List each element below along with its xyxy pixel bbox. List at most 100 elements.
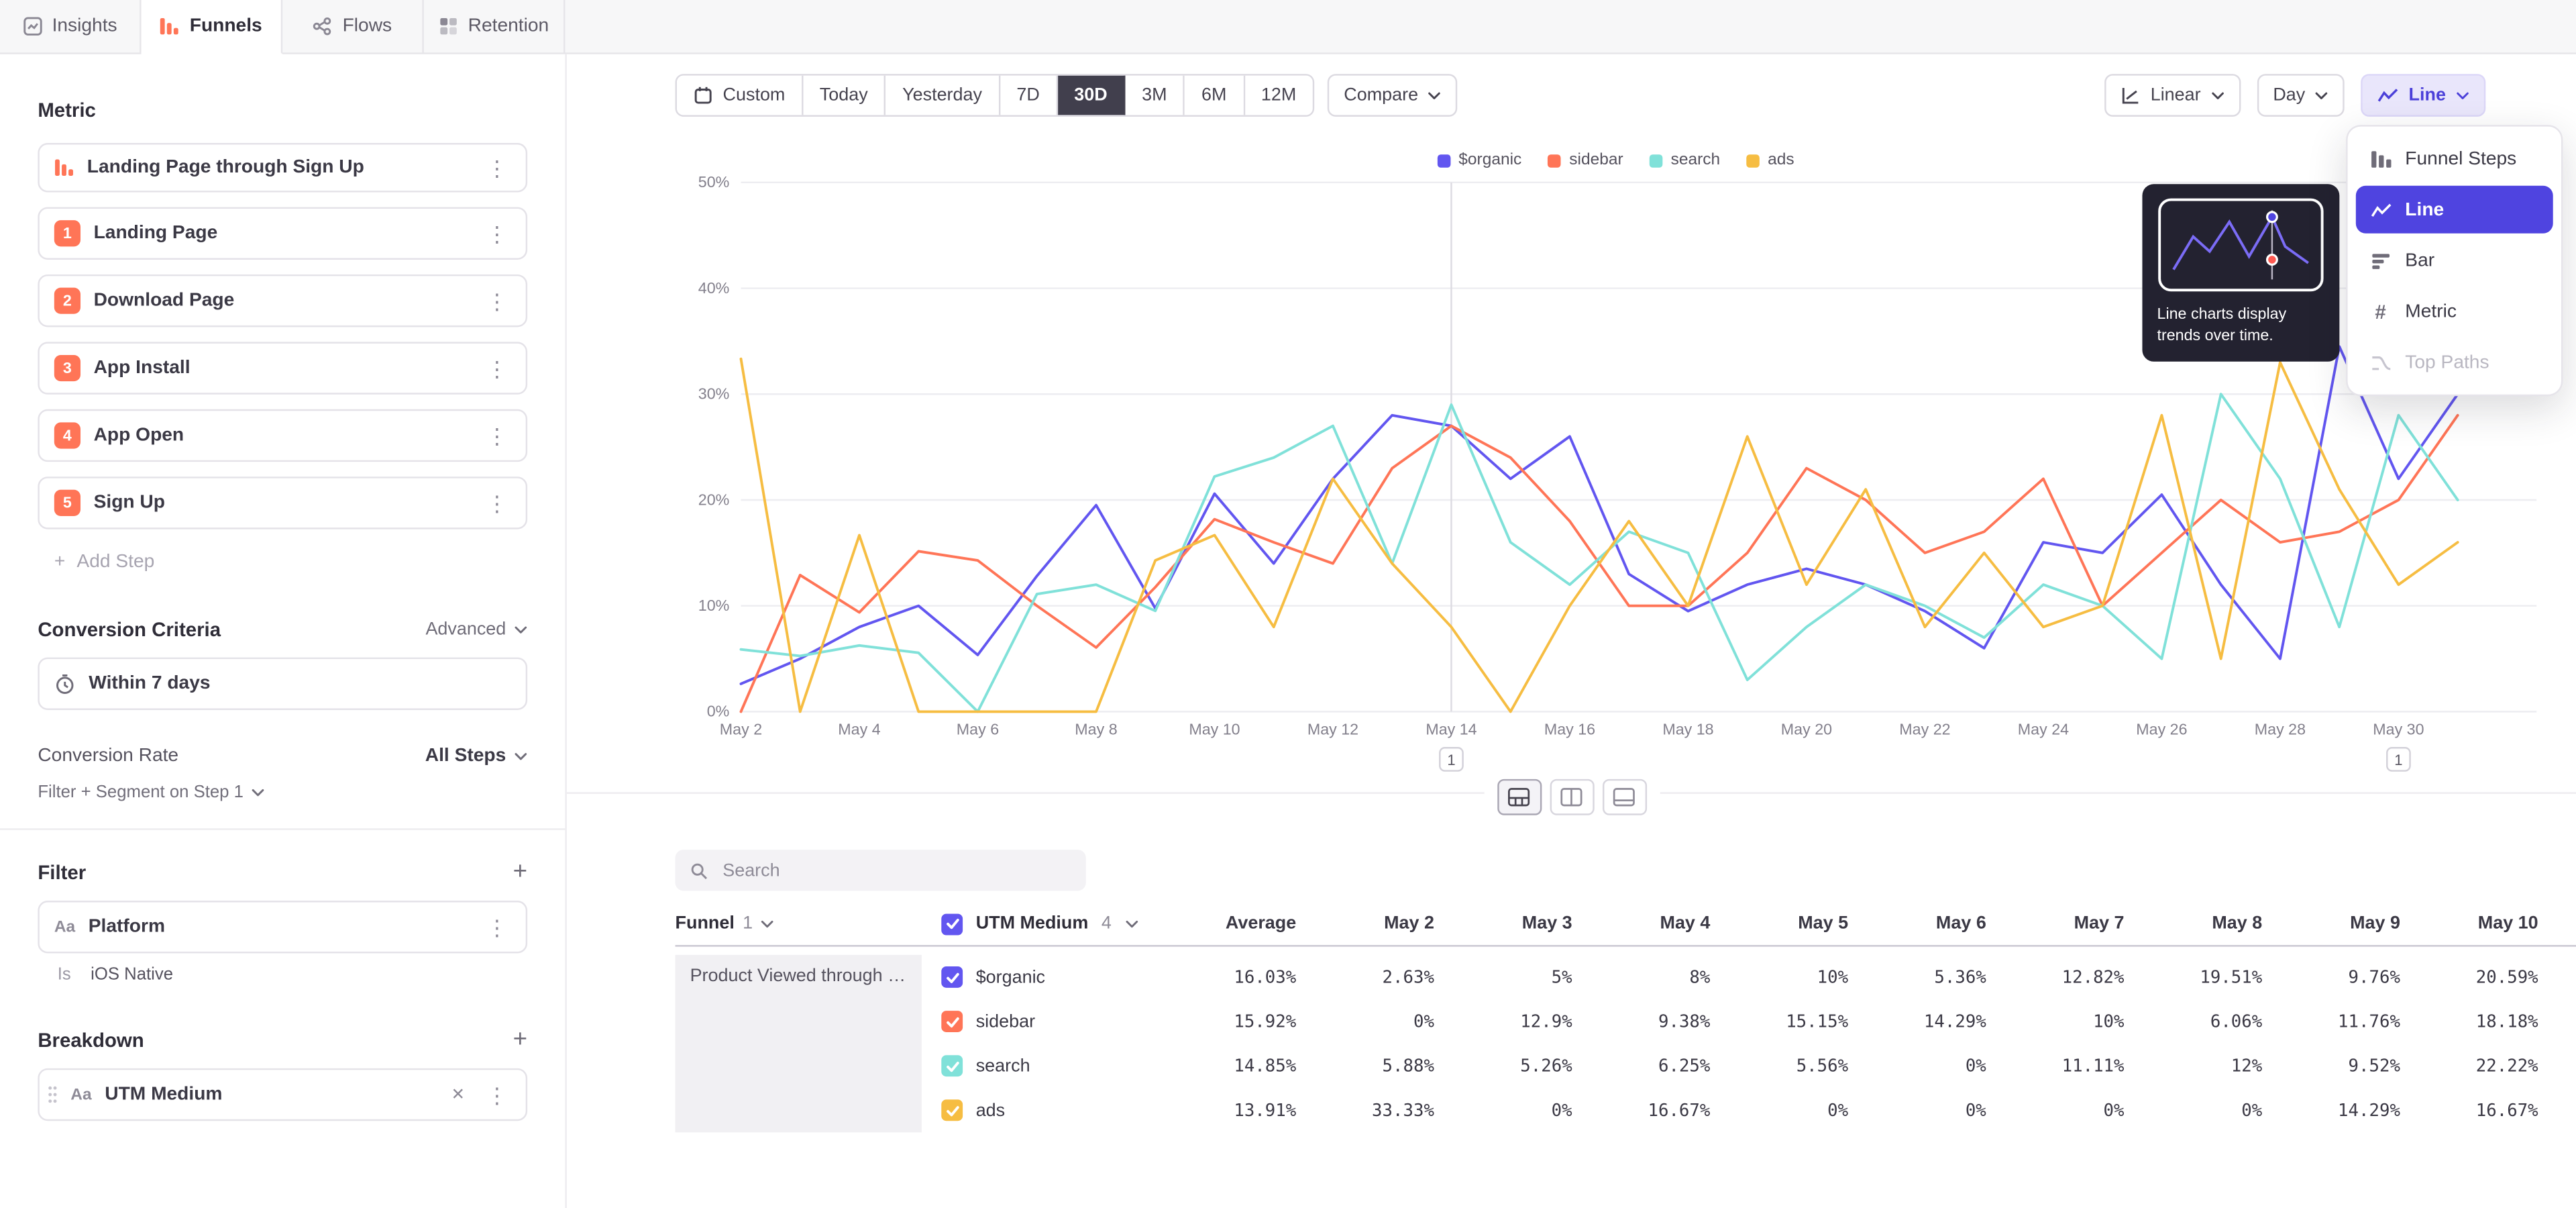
menu-item-funnel-steps[interactable]: Funnel Steps (2356, 135, 2553, 183)
table-row[interactable]: search 14.85%5.88%5.26%6.25%5.56%0%11.11… (922, 1044, 2576, 1088)
table-cell: 6.25% (1576, 1056, 1714, 1075)
funnel-title-card[interactable]: Landing Page through Sign Up ⋮ (38, 143, 527, 192)
column-header[interactable]: May 10 (2404, 914, 2542, 934)
kebab-menu-icon[interactable]: ⋮ (483, 425, 511, 446)
range-30d-button[interactable]: 30D (1058, 76, 1126, 115)
column-header[interactable]: May 5 (1713, 914, 1851, 934)
svg-text:1: 1 (2394, 752, 2402, 768)
kebab-menu-icon[interactable]: ⋮ (483, 157, 511, 179)
filter-item-platform[interactable]: Aa Platform ⋮ (38, 901, 527, 953)
range-7d-button[interactable]: 7D (1000, 76, 1058, 115)
breakdown-column-header[interactable]: UTM Medium 4 (922, 913, 1201, 934)
funnel-column-header[interactable]: Funnel 1 (676, 914, 922, 934)
table-row[interactable]: ads 13.91%33.33%0%16.67%0%0%0%0%14.29%16… (922, 1088, 2576, 1132)
range-3m-button[interactable]: 3M (1126, 76, 1185, 115)
funnel-step-5[interactable]: 5 Sign Up ⋮ (38, 476, 527, 529)
search-icon (690, 860, 708, 880)
filter-condition[interactable]: Is iOS Native (38, 965, 527, 985)
step-label: Sign Up (94, 493, 165, 513)
table-cell: 33.33% (1299, 1101, 1438, 1120)
menu-item-line[interactable]: Line (2356, 186, 2553, 234)
add-step-button[interactable]: + Add Step (38, 539, 527, 585)
range-today-button[interactable]: Today (803, 76, 885, 115)
annotation-badge[interactable]: 1 (2387, 748, 2410, 770)
legend-item[interactable]: search (1650, 151, 1720, 169)
tab-funnels[interactable]: Funnels (142, 0, 283, 54)
insights-icon (22, 16, 42, 36)
layout-bottom-icon (1613, 787, 1635, 807)
table-row[interactable]: $organic 16.03%2.63%5%8%10%5.36%12.82%19… (922, 955, 2576, 999)
series-checkbox[interactable] (941, 1011, 963, 1032)
column-header[interactable]: May 8 (2127, 914, 2265, 934)
funnel-header-label: Funnel (676, 914, 735, 934)
granularity-dropdown[interactable]: Day (2257, 74, 2345, 117)
funnel-step-group-cell[interactable]: Product Viewed through P... (676, 955, 922, 1132)
kebab-menu-icon[interactable]: ⋮ (483, 916, 511, 938)
search-input[interactable] (719, 859, 1071, 882)
filter-operator: Is (58, 965, 71, 985)
granularity-label: Day (2273, 85, 2305, 105)
range-custom-button[interactable]: Custom (677, 76, 803, 115)
column-header[interactable]: May 2 (1299, 914, 1438, 934)
layout-bottom-button[interactable] (1602, 779, 1646, 815)
scale-dropdown[interactable]: Linear (2104, 74, 2240, 117)
range-label: Today (820, 85, 868, 105)
close-icon[interactable]: ✕ (446, 1086, 470, 1104)
kebab-menu-icon[interactable]: ⋮ (483, 290, 511, 311)
chevron-down-icon (2210, 91, 2224, 99)
range-yesterday-button[interactable]: Yesterday (886, 76, 1000, 115)
all-steps-dropdown[interactable]: All Steps (425, 746, 527, 766)
table-cell: 19.51% (2127, 967, 2265, 987)
chevron-down-icon (252, 788, 265, 796)
chart-type-dropdown[interactable]: Line (2361, 74, 2485, 117)
legend-item[interactable]: $organic (1437, 151, 1521, 169)
compare-dropdown[interactable]: Compare (1328, 74, 1458, 117)
series-checkbox[interactable] (941, 966, 963, 988)
funnel-step-3[interactable]: 3 App Install ⋮ (38, 342, 527, 394)
layout-chart-and-table-button[interactable] (1497, 779, 1541, 815)
funnel-step-2[interactable]: 2 Download Page ⋮ (38, 274, 527, 327)
menu-item-metric[interactable]: # Metric (2356, 288, 2553, 336)
conversion-criteria-heading: Conversion Criteria (38, 618, 221, 641)
range-12m-button[interactable]: 12M (1244, 76, 1312, 115)
menu-item-label: Top Paths (2405, 352, 2489, 372)
select-all-checkbox[interactable] (941, 913, 963, 934)
tab-insights[interactable]: Insights (0, 0, 142, 54)
layout-columns-button[interactable] (1549, 779, 1593, 815)
funnel-step-4[interactable]: 4 App Open ⋮ (38, 409, 527, 462)
add-breakdown-button[interactable]: + (513, 1027, 527, 1052)
column-header[interactable]: May 9 (2265, 914, 2404, 934)
table-body: Product Viewed through P... $organic 16.… (676, 955, 2576, 1132)
table-row[interactable]: sidebar 15.92%0%12.9%9.38%15.15%14.29%10… (922, 999, 2576, 1044)
table-cell: 14.29% (2265, 1101, 2404, 1120)
kebab-menu-icon[interactable]: ⋮ (483, 492, 511, 513)
table-cell: 13.91% (1201, 1101, 1299, 1120)
funnel-step-1[interactable]: 1 Landing Page ⋮ (38, 207, 527, 260)
advanced-dropdown[interactable]: Advanced (425, 619, 527, 639)
column-header[interactable]: Average (1201, 914, 1299, 934)
range-6m-button[interactable]: 6M (1185, 76, 1245, 115)
tab-flows[interactable]: Flows (282, 0, 424, 54)
table-cell: 2.63% (1299, 967, 1438, 987)
menu-item-bar[interactable]: Bar (2356, 237, 2553, 285)
chevron-down-icon (2456, 91, 2469, 99)
drag-handle-icon[interactable] (48, 1085, 58, 1104)
series-checkbox[interactable] (941, 1099, 963, 1121)
column-header[interactable]: May 4 (1576, 914, 1714, 934)
add-filter-button[interactable]: + (513, 860, 527, 885)
kebab-menu-icon[interactable]: ⋮ (483, 223, 511, 244)
kebab-menu-icon[interactable]: ⋮ (483, 1084, 511, 1105)
tab-retention[interactable]: Retention (424, 0, 566, 54)
column-header[interactable]: May 6 (1851, 914, 1990, 934)
filter-segment-dropdown[interactable]: Filter + Segment on Step 1 (38, 783, 527, 802)
legend-item[interactable]: sidebar (1548, 151, 1623, 169)
series-checkbox[interactable] (941, 1055, 963, 1076)
kebab-menu-icon[interactable]: ⋮ (483, 358, 511, 379)
breakdown-item-utm-medium[interactable]: Aa UTM Medium ✕ ⋮ (38, 1068, 527, 1121)
legend-item[interactable]: ads (1746, 151, 1794, 169)
column-header[interactable]: May 7 (1990, 914, 2128, 934)
annotation-badge[interactable]: 1 (1440, 748, 1462, 770)
column-header[interactable]: May 3 (1438, 914, 1576, 934)
menu-item-top-paths[interactable]: Top Paths (2356, 338, 2553, 386)
conversion-window-card[interactable]: Within 7 days (38, 658, 527, 710)
